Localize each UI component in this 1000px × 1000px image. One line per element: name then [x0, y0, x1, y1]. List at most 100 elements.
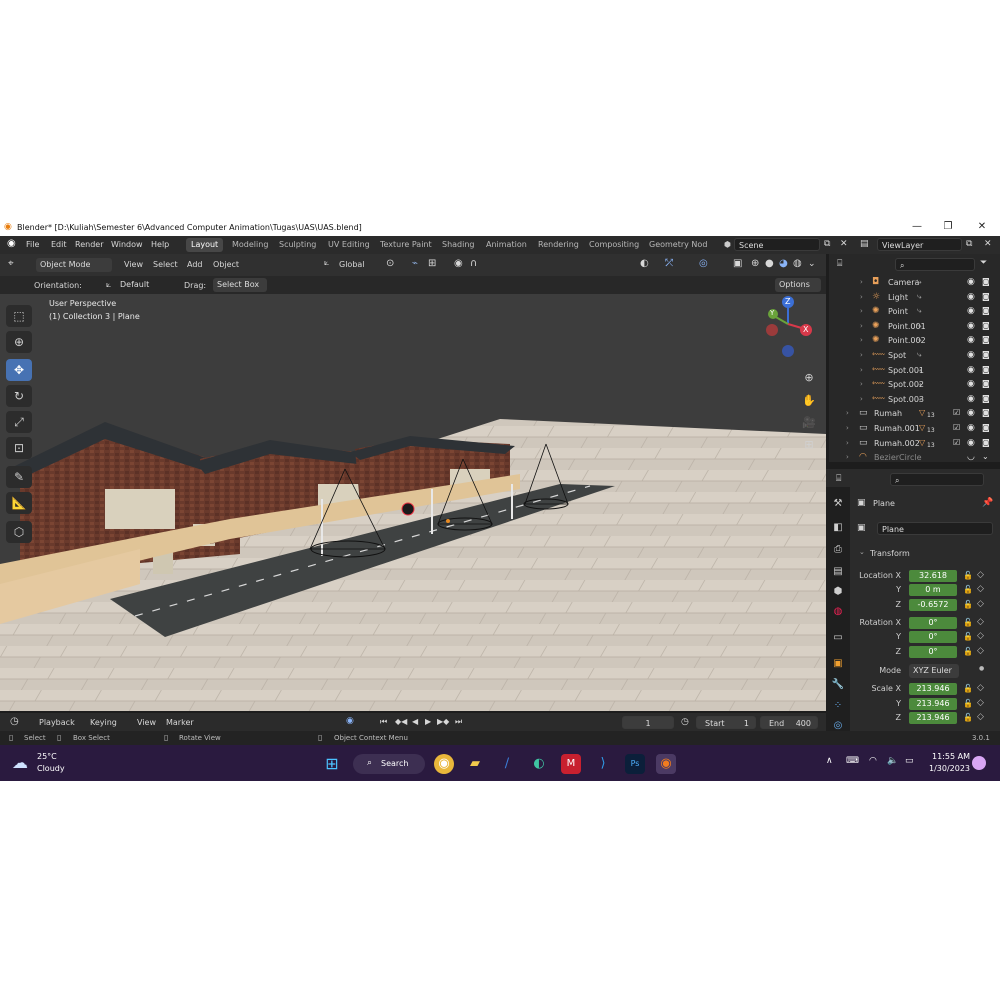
render-camera-icon[interactable]: ◙	[982, 292, 990, 301]
visibility-eye-icon[interactable]: ◉	[967, 321, 975, 331]
transform-orientation-dropdown[interactable]: Global	[339, 260, 365, 269]
view-layer-tab-icon[interactable]: ▤	[831, 565, 845, 579]
shading-rendered-icon[interactable]: ◍	[793, 258, 802, 269]
scale-tool-icon[interactable]: ⤢	[6, 411, 32, 433]
shading-material-icon[interactable]: ◕	[779, 258, 788, 269]
lock-scale-z-icon[interactable]: 🔓	[963, 713, 973, 722]
tab-compositing[interactable]: Compositing	[584, 238, 644, 252]
expand-arrow-icon[interactable]: ›	[860, 278, 863, 286]
expand-arrow-icon[interactable]: ›	[846, 409, 849, 417]
render-tab-icon[interactable]: ◧	[831, 521, 845, 535]
keyframe-scale-x-icon[interactable]: ◇	[977, 683, 984, 693]
outliner-row[interactable]: › ◠ BezierCircle ◡ ⌄	[829, 451, 1000, 465]
gizmo-toggle-icon[interactable]: ⤱	[665, 258, 673, 269]
keyframe-rotation-x-icon[interactable]: ◇	[977, 617, 984, 627]
tab-modeling[interactable]: Modeling	[227, 238, 273, 252]
shading-wireframe-icon[interactable]: ⊕	[751, 258, 759, 269]
menu-add[interactable]: Add	[187, 260, 203, 269]
visibility-eye-icon[interactable]: ◉	[967, 379, 975, 389]
menu-keying[interactable]: Keying	[90, 718, 117, 727]
visibility-eye-icon[interactable]: ◉	[967, 423, 975, 433]
camera-view-icon[interactable]: 🎥	[800, 414, 818, 432]
exclude-checkbox-icon[interactable]: ☑	[953, 438, 960, 447]
menu-timeline-view[interactable]: View	[137, 718, 156, 727]
proportional-edit-icon[interactable]: ◉	[454, 258, 463, 269]
scale-y-field[interactable]: 213.946	[909, 698, 957, 710]
expand-arrow-icon[interactable]: ›	[860, 366, 863, 374]
snap-target-icon[interactable]: ⊞	[428, 258, 436, 269]
render-camera-icon[interactable]: ◙	[982, 394, 990, 403]
menu-edit[interactable]: Edit	[51, 240, 67, 249]
prev-keyframe-icon[interactable]: ◆◀	[395, 717, 407, 726]
clock-date[interactable]: 1/30/2023	[929, 764, 970, 773]
xray-icon[interactable]: ▣	[733, 258, 742, 269]
end-frame-field[interactable]: End 400	[760, 716, 818, 729]
lock-rotation-y-icon[interactable]: 🔓	[963, 632, 973, 641]
outliner-row[interactable]: › ✺ Point ⤷ ◉ ◙	[829, 305, 1000, 319]
lock-scale-y-icon[interactable]: 🔓	[963, 699, 973, 708]
overlay-toggle-icon[interactable]: ◎	[699, 258, 708, 269]
outliner-row[interactable]: › ◘ Camera ⤷ ◉ ◙	[829, 276, 1000, 290]
scale-x-field[interactable]: 213.946	[909, 683, 957, 695]
scene-tab-icon[interactable]: ⬢	[831, 585, 845, 599]
editor-type-icon[interactable]: ⌖	[8, 258, 14, 269]
object-name-field[interactable]: Plane	[877, 522, 993, 535]
render-camera-icon[interactable]: ◙	[982, 365, 990, 374]
outliner-row[interactable]: › ⬳ Spot ⤷ ◉ ◙	[829, 349, 1000, 363]
keyframe-location-y-icon[interactable]: ◇	[977, 584, 984, 594]
menu-render[interactable]: Render	[75, 240, 103, 249]
tab-uv-editing[interactable]: UV Editing	[323, 238, 375, 252]
render-camera-icon[interactable]: ⌄	[982, 452, 989, 461]
render-camera-icon[interactable]: ◙	[982, 438, 990, 447]
add-cube-tool-icon[interactable]: ⬡	[6, 521, 32, 543]
outliner-row[interactable]: › ✺ Point.001 ⤷ ◉ ◙	[829, 320, 1000, 334]
expand-arrow-icon[interactable]: ›	[860, 293, 863, 301]
location-x-field[interactable]: 32.618	[909, 570, 957, 582]
outliner-row[interactable]: › ⬳ Spot.001 ⤷ ◉ ◙	[829, 364, 1000, 378]
outliner-row[interactable]: › ⬳ Spot.002 ⤷ ◉ ◙	[829, 378, 1000, 392]
current-frame-field[interactable]: 1	[622, 716, 674, 729]
pen-app-icon[interactable]: ∕	[497, 754, 517, 774]
modifier-tab-icon[interactable]: 🔧	[831, 678, 845, 692]
blender-menu-icon[interactable]: ◉	[7, 238, 16, 249]
new-view-layer-icon[interactable]: ⧉	[966, 239, 972, 249]
pin-icon[interactable]: 📌	[982, 498, 993, 508]
select-tool-icon[interactable]: ⬚	[6, 305, 32, 327]
visibility-eye-icon[interactable]: ◉	[967, 277, 975, 287]
menu-object[interactable]: Object	[213, 260, 239, 269]
lock-location-x-icon[interactable]: 🔓	[963, 571, 973, 580]
keyframe-rotation-y-icon[interactable]: ◇	[977, 631, 984, 641]
particles-tab-icon[interactable]: ⁘	[831, 699, 845, 713]
clock-time[interactable]: 11:55 AM	[932, 752, 970, 761]
visibility-eye-icon[interactable]: ◉	[967, 335, 975, 345]
vscode-icon[interactable]: ⟩	[593, 754, 613, 774]
rotate-tool-icon[interactable]: ↻	[6, 385, 32, 407]
expand-arrow-icon[interactable]: ›	[860, 322, 863, 330]
expand-arrow-icon[interactable]: ›	[846, 424, 849, 432]
jump-start-icon[interactable]: ⏮	[380, 717, 387, 727]
render-camera-icon[interactable]: ◙	[982, 350, 990, 359]
wifi-icon[interactable]: ◠	[869, 756, 877, 766]
maximize-icon[interactable]: ❐	[941, 221, 955, 233]
drag-dropdown[interactable]: Select Box	[213, 278, 267, 292]
lock-scale-x-icon[interactable]: 🔓	[963, 684, 973, 693]
outliner-row[interactable]: › ▭ Rumah.001 ▽ 13 ☑ ◉ ◙	[829, 422, 1000, 436]
visibility-eye-icon[interactable]: ◉	[967, 306, 975, 316]
delete-view-layer-icon[interactable]: ✕	[984, 239, 992, 249]
transform-panel-header[interactable]: Transform	[870, 549, 910, 558]
timeline-editor-icon[interactable]: ◷	[10, 716, 19, 727]
edge-icon[interactable]: ◐	[529, 754, 549, 774]
play-reverse-icon[interactable]: ◀	[412, 717, 418, 726]
annotate-tool-icon[interactable]: ✎	[6, 466, 32, 488]
tab-rendering[interactable]: Rendering	[533, 238, 584, 252]
render-camera-icon[interactable]: ◙	[982, 321, 990, 330]
delete-scene-icon[interactable]: ✕	[840, 239, 848, 249]
photoshop-icon[interactable]: Ps	[625, 754, 645, 774]
exclude-checkbox-icon[interactable]: ☑	[953, 423, 960, 432]
menu-view[interactable]: View	[124, 260, 143, 269]
outliner-row[interactable]: › ☼ Light ⤷ ◉ ◙	[829, 291, 1000, 305]
scene-selector[interactable]: Scene	[734, 238, 820, 251]
measure-tool-icon[interactable]: 📐	[6, 492, 32, 514]
properties-search-input[interactable]: ⌕	[890, 473, 984, 486]
rotation-z-field[interactable]: 0°	[909, 646, 957, 658]
